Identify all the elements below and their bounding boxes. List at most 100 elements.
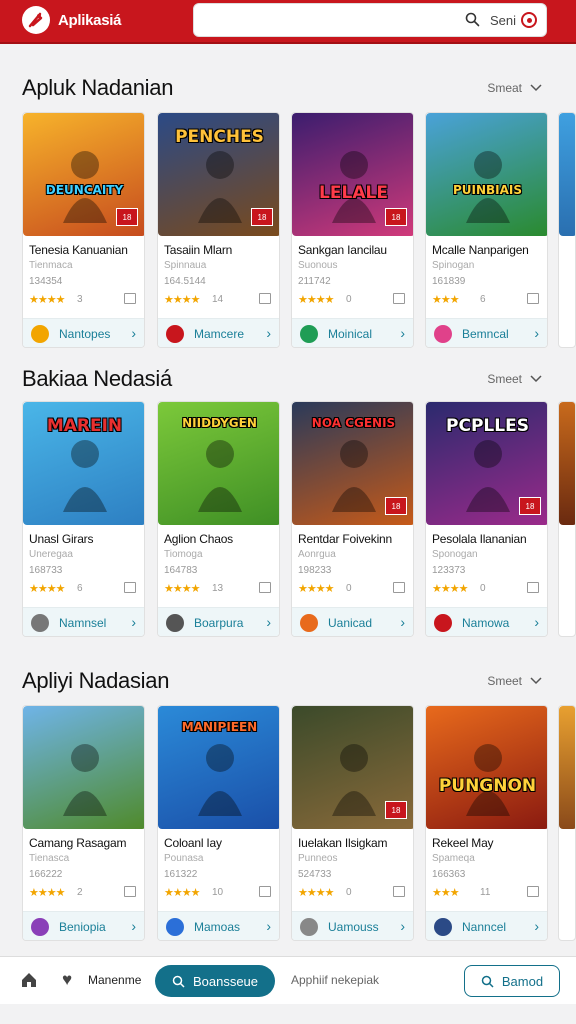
publisher-icon [31, 614, 49, 632]
section-title-1: Apluk Nadanian [22, 75, 174, 100]
voice-search-icon[interactable] [521, 12, 537, 28]
section-more-label[interactable]: Smeet [487, 674, 522, 688]
card-action[interactable]: Bemncal › [426, 318, 547, 347]
heart-icon[interactable]: ♥ [62, 970, 72, 990]
card-action[interactable]: Uanicad › [292, 607, 413, 636]
app-art[interactable]: PCPLLES 18 [426, 402, 547, 525]
app-card[interactable]: Camang Rasagam Tienasca 166222 ★★★★ 2 Beniopi… [22, 705, 145, 941]
bookmark-icon[interactable] [393, 293, 405, 304]
app-art[interactable]: LELALE 18 [292, 113, 413, 236]
section-title-3: Apliyi Nadasian [22, 668, 170, 693]
app-card[interactable]: PUINBIAIS Mcalle Nanparigen Spinogan 161839… [425, 112, 548, 348]
home-icon[interactable] [20, 971, 38, 994]
card-action[interactable]: Nantopes › [23, 318, 144, 347]
bookmark-icon[interactable] [124, 293, 136, 304]
app-card[interactable]: NIIDDYGEN Aglion Chaos Tiomoga 164783 ★★★★ 13… [157, 401, 280, 637]
app-art[interactable]: 18 [292, 706, 413, 829]
bookmark-icon[interactable] [259, 582, 271, 593]
chevron-right-icon: › [266, 918, 271, 934]
rating-stars: ★★★★ [29, 583, 65, 595]
rating-stars: ★★★★ [164, 583, 200, 595]
bookmark-icon[interactable] [527, 293, 539, 304]
search-action-button[interactable]: Bamod [464, 965, 560, 997]
app-art[interactable]: PUINBIAIS [426, 113, 547, 236]
app-card[interactable]: PCPLLES 18 Pesolala Ilananian Sponogan 12337… [425, 401, 548, 637]
app-developer: Spinogan [432, 260, 475, 271]
rating-count: 0 [346, 583, 352, 594]
app-card-partial[interactable] [558, 705, 576, 941]
bookmark-icon[interactable] [124, 582, 136, 593]
app-art[interactable]: PUNGNON [426, 706, 547, 829]
rating-stars: ★★★★ [432, 583, 468, 595]
card-action-label: Mamcere [194, 327, 245, 341]
bookmark-icon[interactable] [124, 886, 136, 897]
rating-stars: ★★★★ [29, 294, 65, 306]
bookmark-icon[interactable] [393, 582, 405, 593]
rating-count: 0 [346, 294, 352, 305]
nav-tab-favorites[interactable]: Manenme [88, 973, 141, 987]
app-art-title: LELALE [319, 183, 388, 203]
search-icon[interactable] [465, 12, 480, 32]
chevron-right-icon: › [266, 614, 271, 630]
search-bar[interactable]: Seni [193, 3, 547, 37]
bookmark-icon[interactable] [527, 582, 539, 593]
card-action[interactable]: Moinical › [292, 318, 413, 347]
app-size: 211742 [298, 276, 331, 287]
rating-count: 0 [480, 583, 486, 594]
section-more-3[interactable]: Smeet [487, 674, 542, 688]
section-more-2[interactable]: Smeet [487, 372, 542, 386]
section-more-label[interactable]: Smeat [487, 81, 522, 95]
card-action[interactable]: Mamcere › [158, 318, 279, 347]
app-card[interactable]: PENCHES 18 Tasaiin Mlarn Spinnaua 164.5144 ★★… [157, 112, 280, 348]
nav-tab-browse-active[interactable]: Boansseue [155, 965, 275, 997]
publisher-icon [434, 325, 452, 343]
app-art-title: NOA CGENIS [311, 416, 396, 430]
app-art[interactable]: MANIPIEEN [158, 706, 279, 829]
app-card[interactable]: MAREIN Unasl Girars Uneregaa 168733 ★★★★ 6 Nam… [22, 401, 145, 637]
nav-tab-apps[interactable]: Apphiif nekepiak [291, 973, 379, 987]
bookmark-icon[interactable] [527, 886, 539, 897]
character-figure [466, 151, 510, 223]
card-action[interactable]: Nanncel › [426, 911, 547, 940]
app-card[interactable]: NOA CGENIS 18 Rentdar Foivekinn Aonrgua 1982… [291, 401, 414, 637]
bookmark-icon[interactable] [393, 886, 405, 897]
bookmark-icon[interactable] [259, 886, 271, 897]
card-action[interactable]: Uamouss › [292, 911, 413, 940]
rating-stars: ★★★★ [298, 294, 334, 306]
app-card[interactable]: LELALE 18 Sankgan Iancilau Suonous 211742 ★★★… [291, 112, 414, 348]
chevron-right-icon: › [131, 325, 136, 341]
app-art[interactable]: NOA CGENIS 18 [292, 402, 413, 525]
app-art[interactable]: DEUNCAITY 18 [23, 113, 144, 236]
app-art-title: DEUNCAITY [45, 183, 124, 197]
card-action[interactable]: Namowa › [426, 607, 547, 636]
app-art[interactable]: MAREIN [23, 402, 144, 525]
app-size: 524733 [298, 869, 332, 880]
rating-count: 11 [480, 887, 491, 898]
app-card[interactable]: MANIPIEEN Coloanl Iay Pounasa 161322 ★★★★ 10 M… [157, 705, 280, 941]
card-action[interactable]: Boarpura › [158, 607, 279, 636]
app-size: 161839 [432, 276, 466, 287]
section-more-label[interactable]: Smeet [487, 372, 522, 386]
app-card-partial[interactable] [558, 401, 576, 637]
card-action[interactable]: Beniopia › [23, 911, 144, 940]
app-art[interactable] [23, 706, 144, 829]
app-card[interactable]: PUNGNON Rekeel May Spameqa 166363 ★★★ 11 Nannc… [425, 705, 548, 941]
app-developer: Sponogan [432, 549, 478, 560]
app-card[interactable]: 18 Iuelakan Ilsigkam Punneos 524733 ★★★★ 0 Uam… [291, 705, 414, 941]
bookmark-icon[interactable] [259, 293, 271, 304]
app-logo-icon[interactable] [22, 6, 50, 34]
app-card-partial[interactable] [558, 112, 576, 348]
card-action[interactable]: Mamoas › [158, 911, 279, 940]
app-art-title: PENCHES [175, 127, 264, 147]
app-art[interactable]: NIIDDYGEN [158, 402, 279, 525]
app-name: Tenesia Kanuanian [29, 243, 128, 257]
app-art [559, 706, 575, 829]
rating-count: 13 [212, 583, 224, 594]
app-developer: Tienasca [29, 853, 70, 864]
app-art[interactable]: PENCHES 18 [158, 113, 279, 236]
age-rating-badge: 18 [519, 497, 541, 515]
search-input-text[interactable]: Seni [490, 13, 516, 28]
card-action[interactable]: Namnsel › [23, 607, 144, 636]
app-card[interactable]: DEUNCAITY 18 Tenesia Kanuanian Tienmaca 1343… [22, 112, 145, 348]
section-more-1[interactable]: Smeat [487, 81, 542, 95]
